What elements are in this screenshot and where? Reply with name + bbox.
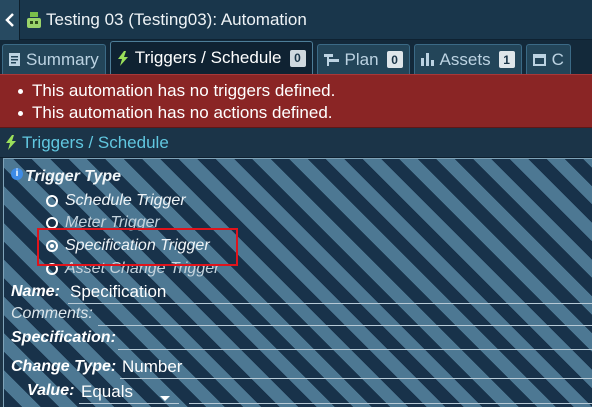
- tab-summary-label: Summary: [26, 49, 99, 69]
- value-select-underline: [79, 403, 179, 404]
- section-title: Triggers / Schedule: [22, 132, 169, 152]
- tab-bar: Summary Triggers / Schedule 0 Plan 0 Ass…: [0, 40, 592, 74]
- alert-message: This automation has no actions defined.: [18, 102, 592, 124]
- window-title: Testing 03 (Testing03): Automation: [46, 9, 307, 29]
- specification-field-underline: [118, 349, 592, 350]
- chevron-left-icon: [4, 12, 14, 27]
- value-row-underline: [189, 403, 592, 404]
- tab-badge: 0: [386, 51, 403, 68]
- trigger-panel: i Trigger Type Schedule Trigger Meter Tr…: [3, 158, 592, 407]
- comments-label: Comments:: [11, 305, 93, 322]
- highlight-annotation: [37, 228, 238, 266]
- name-label: Name:: [11, 283, 60, 300]
- bar-chart-icon: [420, 53, 434, 66]
- info-icon[interactable]: i: [11, 168, 23, 180]
- tab-plan-label: Plan: [344, 49, 379, 69]
- tab-badge: 0: [289, 49, 306, 67]
- change-type-label: Change Type:: [11, 358, 117, 375]
- document-icon: [9, 53, 20, 66]
- tab-calendar-label: C: [551, 49, 564, 69]
- tab-summary[interactable]: Summary: [2, 44, 106, 74]
- name-field-underline: [68, 303, 592, 304]
- tab-triggers-schedule-label: Triggers / Schedule: [134, 48, 282, 67]
- lightning-icon: [5, 135, 17, 150]
- specification-label: Specification:: [11, 329, 116, 346]
- automation-icon: [26, 11, 42, 29]
- tab-triggers-schedule[interactable]: Triggers / Schedule 0: [109, 41, 313, 74]
- tab-assets-label: Assets: [439, 49, 491, 69]
- alert-message: This automation has no triggers defined.: [18, 80, 592, 102]
- section-header[interactable]: Triggers / Schedule: [0, 128, 592, 158]
- comments-field-underline: [98, 325, 592, 326]
- tab-assets[interactable]: Assets 1: [413, 44, 522, 74]
- trigger-type-label: Trigger Type: [25, 168, 122, 185]
- automation-window: Testing 03 (Testing03): Automation Summa…: [0, 0, 592, 407]
- tab-plan[interactable]: Plan 0: [316, 44, 410, 74]
- plan-icon: [323, 53, 339, 66]
- name-field[interactable]: Specification: [70, 282, 166, 302]
- calendar-icon: [532, 53, 546, 66]
- title-bar: Testing 03 (Testing03): Automation: [0, 0, 592, 40]
- radio-schedule-trigger[interactable]: Schedule Trigger: [46, 190, 186, 212]
- value-select[interactable]: Equals: [81, 382, 133, 402]
- back-button[interactable]: [0, 0, 20, 40]
- tab-badge: 1: [498, 51, 515, 68]
- value-label: Value:: [27, 382, 75, 399]
- chevron-down-icon[interactable]: [160, 396, 170, 401]
- change-type-underline: [120, 378, 592, 379]
- tab-calendar[interactable]: C: [525, 44, 571, 74]
- radio-button[interactable]: [46, 195, 58, 207]
- change-type-select[interactable]: Number: [122, 357, 182, 377]
- alert-banner: This automation has no triggers defined.…: [0, 74, 592, 128]
- lightning-icon: [117, 50, 129, 66]
- radio-label: Schedule Trigger: [65, 192, 186, 209]
